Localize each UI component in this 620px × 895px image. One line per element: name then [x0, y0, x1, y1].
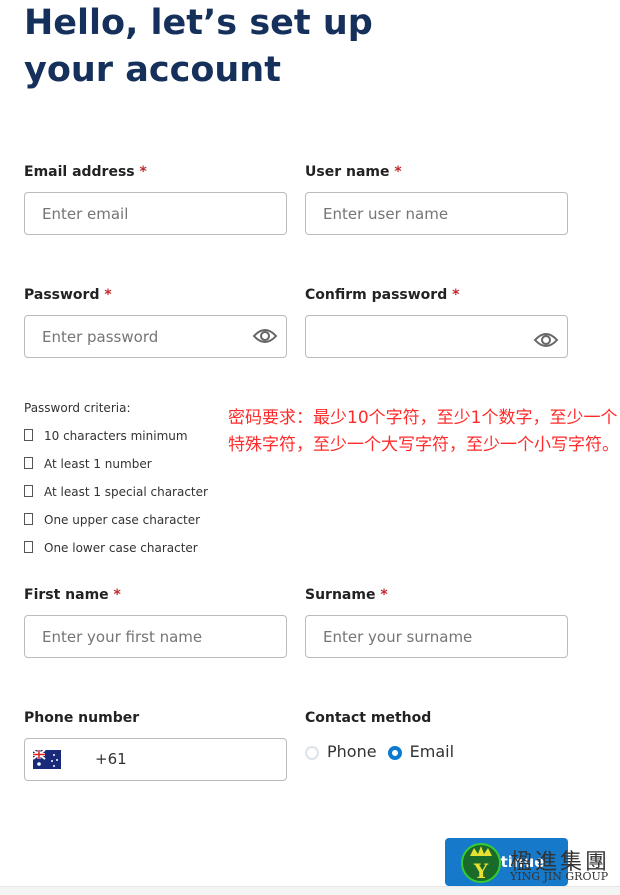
confirm-password-label: Confirm password *	[305, 287, 460, 303]
password-input[interactable]	[24, 315, 287, 358]
password-field	[24, 315, 287, 358]
criteria-item: One lower case character	[24, 541, 198, 555]
first-name-input[interactable]	[24, 615, 287, 658]
criteria-title: Password criteria:	[24, 401, 131, 415]
criteria-item: At least 1 special character	[24, 485, 208, 499]
surname-input[interactable]	[305, 615, 568, 658]
checkbox-icon	[24, 541, 33, 553]
username-label: User name *	[305, 164, 402, 180]
email-input[interactable]	[24, 192, 287, 235]
svg-text:Y: Y	[473, 859, 489, 883]
page-title: Hello, let’s set up your account	[24, 3, 373, 90]
crown-logo-icon: Y	[461, 843, 501, 883]
password-label: Password *	[24, 287, 112, 303]
country-code: +61	[95, 750, 127, 768]
surname-label: Surname *	[305, 587, 388, 603]
username-input[interactable]	[305, 192, 568, 235]
annotation-text: 密码要求：最少10个字符，至少1个数字，至少一个特殊字符，至少一个大写字符，至少…	[228, 408, 619, 455]
eye-icon[interactable]	[533, 329, 559, 351]
confirm-password-field	[305, 315, 568, 358]
checkbox-icon	[24, 485, 33, 497]
checkbox-icon	[24, 429, 33, 441]
confirm-password-input[interactable]	[305, 315, 568, 358]
phone-label: Phone number	[24, 710, 140, 726]
email-label: Email address *	[24, 164, 147, 180]
radio-email[interactable]: Email	[387, 742, 454, 761]
eye-icon[interactable]	[252, 325, 278, 347]
first-name-label: First name *	[24, 587, 121, 603]
criteria-item: 10 characters minimum	[24, 429, 188, 443]
checkbox-icon	[24, 457, 33, 469]
contact-radio-group: Phone Email	[305, 742, 454, 761]
phone-input[interactable]: +61	[24, 738, 287, 781]
watermark-logo: Y 楹進集團 YING JIN GROUP	[460, 840, 620, 886]
criteria-item: One upper case character	[24, 513, 200, 527]
australia-flag-icon	[33, 750, 61, 769]
criteria-item: At least 1 number	[24, 457, 152, 471]
checkbox-icon	[24, 513, 33, 525]
radio-phone[interactable]: Phone	[305, 742, 377, 761]
contact-method-label: Contact method	[305, 710, 432, 726]
